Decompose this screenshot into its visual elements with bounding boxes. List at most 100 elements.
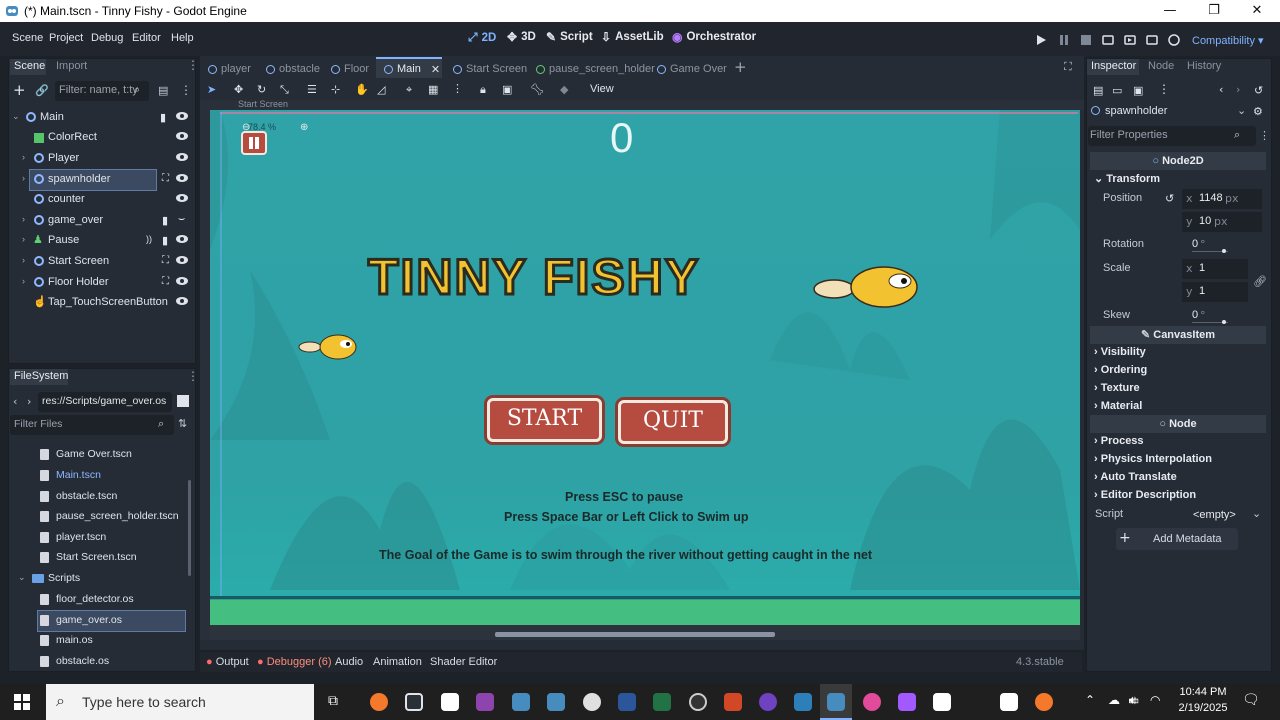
section-visibility[interactable]: › Visibility — [1094, 346, 1146, 358]
file-item[interactable]: player.tscn — [26, 528, 186, 548]
file-item[interactable]: Start Screen.tscn — [26, 548, 186, 568]
godot-icon[interactable] — [547, 693, 565, 711]
skew-field[interactable]: 0 ° — [1186, 307, 1230, 325]
tree-node-counter[interactable]: counter — [12, 190, 190, 210]
tab-history[interactable]: History — [1187, 60, 1221, 72]
menu-help[interactable]: Help — [171, 32, 194, 44]
camera-override-icon[interactable]: ◆ — [560, 83, 568, 96]
tree-node-tap-touchscreenbutton[interactable]: ☝ Tap_TouchScreenButton — [12, 293, 190, 313]
selected-node-picker[interactable]: spawnholder ⌄ — [1089, 103, 1247, 121]
tab-debugger[interactable]: ● Debugger (6) — [257, 656, 332, 668]
play-scene-icon[interactable] — [1124, 34, 1136, 46]
group-icon[interactable]: ⛶ — [162, 255, 169, 266]
file-item[interactable]: pause_screen_holder.tscn — [26, 507, 186, 527]
volume-icon[interactable]: 🔊︎ — [1129, 693, 1137, 708]
smart-snap-icon[interactable]: ⌖ — [406, 83, 412, 97]
section-ordering[interactable]: › Ordering — [1094, 364, 1147, 376]
scene-filter-input[interactable]: Filter: name, t:ty ⌕ — [55, 81, 149, 101]
section-physics-interpolation[interactable]: › Physics Interpolation — [1094, 453, 1212, 465]
tree-node-player[interactable]: › Player — [12, 149, 190, 169]
add-node-icon[interactable]: + — [13, 81, 26, 99]
visibility-eye-icon[interactable] — [176, 112, 188, 120]
capcut-icon[interactable] — [1000, 693, 1018, 711]
play-custom-scene-icon[interactable] — [1146, 34, 1158, 46]
close-window-button[interactable]: ✕ — [1245, 2, 1269, 20]
stop-icon[interactable] — [1080, 34, 1092, 46]
section-texture[interactable]: › Texture — [1094, 382, 1140, 394]
pivot-mode-icon[interactable]: ⊹ — [331, 83, 340, 96]
renderer-select[interactable]: Compatibility ▾ — [1192, 34, 1264, 47]
tab-shader-editor[interactable]: Shader Editor — [430, 656, 497, 668]
history-back-icon[interactable]: ‹ — [1219, 83, 1223, 96]
history-forward-icon[interactable]: › — [1236, 83, 1240, 96]
visibility-eye-icon[interactable] — [176, 277, 188, 285]
pause-icon[interactable] — [1058, 34, 1070, 46]
remote-debug-icon[interactable] — [1102, 34, 1114, 46]
rotate-mode-icon[interactable]: ↻ — [257, 83, 266, 96]
section-process[interactable]: › Process — [1094, 435, 1144, 447]
menu-editor[interactable]: Editor — [132, 32, 161, 44]
link-scale-icon[interactable]: 🔗︎ — [1253, 275, 1267, 288]
save-resource-icon[interactable]: ▣ — [1133, 84, 1143, 97]
group-icon[interactable]: ⛶ — [162, 173, 169, 184]
tab-start-screen[interactable]: Start Screen — [453, 60, 527, 78]
visibility-eye-icon[interactable] — [176, 174, 188, 182]
snap-options-icon[interactable]: ⋮ — [452, 82, 463, 95]
tab-animation[interactable]: Animation — [373, 656, 422, 668]
movie-maker-icon[interactable] — [1168, 34, 1180, 46]
close-tab-icon[interactable]: ✕ — [431, 63, 440, 76]
section-material[interactable]: › Material — [1094, 400, 1142, 412]
dock-menu-icon[interactable]: ⋮ — [187, 58, 199, 72]
workspace-3d-button[interactable]: ✥ 3D — [507, 30, 536, 44]
node-settings-icon[interactable]: ⚙ — [1253, 105, 1263, 118]
scale-mode-icon[interactable]: ⤡ — [280, 83, 289, 97]
group-icon[interactable]: ⛶ — [162, 276, 169, 287]
visibility-eye-icon[interactable] — [176, 194, 188, 202]
select-mode-icon[interactable]: ➤ — [207, 83, 216, 96]
attach-script-icon[interactable]: ▤ — [158, 84, 168, 97]
hidden-eye-icon[interactable]: ⌣ — [178, 213, 185, 226]
workspace-assetlib-button[interactable]: ⇩ AssetLib — [601, 30, 664, 44]
app-icon[interactable] — [794, 693, 812, 711]
skeleton-icon[interactable]: 🦴︎ — [530, 83, 544, 96]
cloud-icon[interactable]: ☁ — [1108, 693, 1120, 707]
scene-menu-icon[interactable]: ⋮ — [180, 83, 192, 97]
notification-icon[interactable]: 🗨︎ — [1242, 692, 1260, 708]
tree-node-pause[interactable]: › ♟ Pause )) ▮ — [12, 231, 190, 251]
section-auto-translate[interactable]: › Auto Translate — [1094, 471, 1177, 483]
tree-node-spawnholder[interactable]: › spawnholder ⛶ — [12, 169, 190, 191]
workspace-orchestrator-button[interactable]: ◉ Orchestrator — [672, 30, 756, 44]
tab-player[interactable]: player — [208, 60, 251, 78]
visibility-eye-icon[interactable] — [176, 235, 188, 243]
canvas-viewport[interactable]: 78.4 % ⊖ ⊕ 0 TINNY FISHY START QUIT Pres… — [210, 110, 1080, 640]
scale-x-field[interactable]: x 1 — [1182, 259, 1248, 279]
grid-snap-icon[interactable]: ▦ — [428, 83, 438, 96]
word-icon[interactable] — [618, 693, 636, 711]
tab-floor[interactable]: Floor — [331, 60, 369, 78]
script-icon[interactable]: ▮ — [162, 214, 168, 227]
tab-pause-screen-holder[interactable]: pause_screen_holder — [536, 60, 655, 78]
position-y-field[interactable]: y 10 px — [1182, 212, 1262, 232]
pause-game-button[interactable] — [241, 131, 267, 155]
script-icon[interactable]: ▮ — [160, 111, 166, 124]
ruler-mode-icon[interactable]: ◿ — [377, 83, 385, 96]
filter-files-input[interactable]: Filter Files ⌕ — [10, 415, 174, 435]
revert-icon[interactable]: ↺ — [1165, 192, 1174, 205]
tab-audio[interactable]: Audio — [335, 656, 363, 668]
new-resource-icon[interactable]: ▤ — [1093, 84, 1103, 97]
figma-icon[interactable] — [898, 693, 916, 711]
file-item[interactable]: Game Over.tscn — [26, 445, 186, 465]
add-tab-icon[interactable]: + — [734, 58, 747, 76]
tree-node-colorrect[interactable]: ColorRect — [12, 128, 190, 148]
wifi-icon[interactable]: ◠ — [1150, 693, 1160, 707]
taskbar-search-box[interactable]: ⌕ Type here to search — [46, 684, 314, 720]
scale-y-field[interactable]: y 1 — [1182, 282, 1248, 302]
folder-scripts[interactable]: ⌄ Scripts — [16, 569, 176, 589]
tab-output[interactable]: ● Output — [206, 656, 249, 668]
capcut-icon[interactable] — [441, 693, 459, 711]
tab-main[interactable]: Main ✕ — [384, 60, 440, 78]
move-mode-icon[interactable]: ✥ — [234, 83, 243, 96]
app-icon[interactable] — [759, 693, 777, 711]
task-view-icon[interactable]: ⧉ — [328, 693, 338, 709]
visibility-eye-icon[interactable] — [176, 256, 188, 264]
